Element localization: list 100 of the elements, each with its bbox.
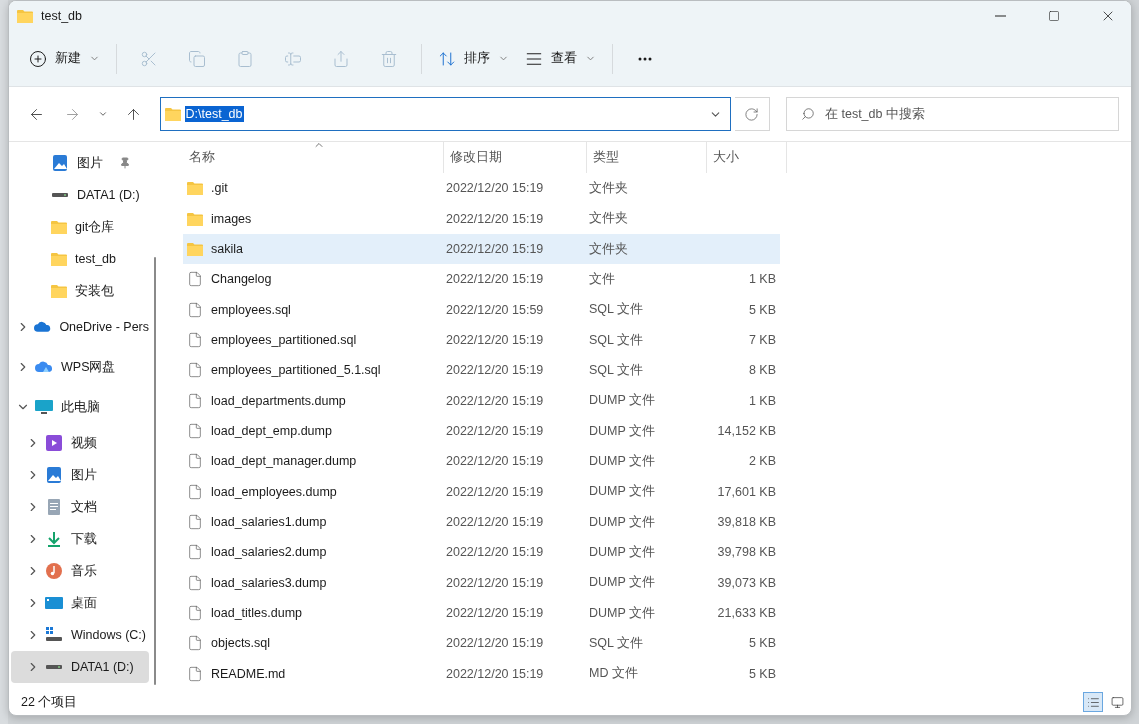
type-cell-text: DUMP 文件	[588, 422, 657, 440]
refresh-button[interactable]	[734, 97, 770, 131]
file-row[interactable]: .git 2022/12/20 15:19 文件夹	[183, 173, 780, 204]
folder-icon	[51, 284, 67, 298]
file-row[interactable]: load_titles.dump 2022/12/20 15:19 DUMP 文件 21,633 KB	[183, 597, 780, 629]
date-cell-text: 2022/12/20 15:19	[445, 666, 545, 681]
maximize-icon	[1048, 10, 1060, 22]
file-name: sakila	[211, 242, 243, 257]
file-icon	[187, 332, 203, 349]
sidebar-item[interactable]: 音乐	[11, 555, 149, 587]
file-icon	[187, 392, 203, 409]
size-cell-text: 17,601 KB	[716, 484, 777, 499]
column-header[interactable]: 名称	[183, 142, 444, 174]
file-row[interactable]: load_dept_manager.dump 2022/12/20 15:19 DUMP 文件 2 KB	[183, 446, 780, 477]
refresh-icon	[744, 106, 760, 122]
list-icon	[1086, 695, 1100, 709]
type-cell-text: SQL 文件	[588, 331, 645, 349]
file-name: load_employees.dump	[211, 484, 337, 499]
file-row[interactable]: load_salaries3.dump 2022/12/20 15:19 DUMP 文件 39,073 KB	[183, 567, 780, 598]
type-cell-text: DUMP 文件	[588, 574, 657, 592]
type-cell-text: 文件夹	[588, 179, 629, 197]
type-cell-text: 文件夹	[588, 210, 629, 228]
file-row[interactable]: load_dept_emp.dump 2022/12/20 15:19 DUMP 文件 14,152 KB	[183, 415, 780, 447]
folder-icon	[187, 181, 203, 196]
item-count: 22 个项目	[21, 693, 79, 711]
type-cell-text: DUMP 文件	[588, 604, 657, 622]
sidebar-item[interactable]: 图片	[11, 147, 149, 179]
file-icon	[187, 574, 203, 591]
sidebar-item[interactable]: DATA1 (D:)	[11, 651, 149, 683]
sidebar-item[interactable]: OneDrive - Pers	[11, 311, 149, 343]
sidebar-item[interactable]: git仓库	[11, 211, 149, 243]
sidebar-item[interactable]: 下载	[11, 523, 149, 555]
minimize-icon	[994, 15, 1006, 17]
new-button[interactable]: 新建	[21, 40, 108, 77]
sidebar-item[interactable]: 桌面	[11, 587, 149, 619]
sidebar-item[interactable]: 图片	[11, 459, 149, 491]
file-icon	[187, 301, 203, 318]
sidebar-item[interactable]: WPS网盘	[11, 351, 149, 383]
column-header[interactable]: 修改日期	[444, 142, 587, 174]
file-row[interactable]: employees.sql 2022/12/20 15:59 SQL 文件 5 KB	[183, 294, 780, 325]
address-field[interactable]: D:\test_db	[159, 97, 731, 131]
file-icon	[187, 453, 203, 470]
sidebar-item[interactable]: test_db	[11, 243, 149, 275]
file-name: employees.sql	[211, 302, 291, 317]
search-field[interactable]: 在 test_db 中搜索	[786, 97, 1119, 131]
date-cell-text: 2022/12/20 15:19	[445, 545, 545, 560]
type-cell-text: 文件夹	[588, 240, 629, 258]
file-row[interactable]: images 2022/12/20 15:19 文件夹	[183, 203, 780, 234]
folder-icon	[187, 211, 203, 226]
file-icon	[187, 665, 203, 682]
sidebar-item[interactable]: DATA1 (D:)	[11, 179, 149, 211]
file-row[interactable]: employees_partitioned_5.1.sql 2022/12/20 15:19 SQL 文件 8 KB	[183, 355, 780, 386]
sidebar-item[interactable]: 文档	[11, 491, 149, 523]
file-name: load_dept_manager.dump	[211, 454, 357, 469]
date-cell-text: 2022/12/20 15:19	[445, 636, 545, 651]
file-icon	[187, 271, 203, 288]
video-icon	[45, 435, 63, 451]
sidebar-item[interactable]: 视频	[11, 427, 149, 459]
type-cell-text: DUMP 文件	[588, 392, 657, 410]
view-button[interactable]: 查看	[517, 40, 604, 77]
file-row[interactable]: sakila 2022/12/20 15:19 文件夹	[183, 233, 780, 265]
file-name: images	[211, 211, 252, 226]
type-cell-text: MD 文件	[588, 665, 639, 683]
file-row[interactable]: Changelog 2022/12/20 15:19 文件 1 KB	[183, 264, 780, 295]
drive-icon	[45, 627, 63, 643]
sort-button[interactable]: 排序	[430, 40, 517, 77]
date-cell-text: 2022/12/20 15:19	[445, 181, 545, 196]
details-view-button[interactable]	[1083, 692, 1103, 712]
monitor-icon	[35, 399, 53, 415]
file-row[interactable]: load_salaries2.dump 2022/12/20 15:19 DUMP 文件 39,798 KB	[183, 537, 780, 568]
file-row[interactable]: objects.sql 2022/12/20 15:19 SQL 文件 5 KB	[183, 628, 780, 659]
type-cell-text: DUMP 文件	[588, 513, 657, 531]
file-name: employees_partitioned_5.1.sql	[211, 363, 381, 378]
folder-icon	[187, 242, 203, 257]
sidebar-item[interactable]: 安装包	[11, 275, 149, 307]
file-icon	[187, 514, 203, 531]
scrollbar-thumb[interactable]	[154, 257, 156, 685]
date-cell-text: 2022/12/20 15:19	[445, 606, 545, 621]
sidebar-item[interactable]: Windows (C:)	[11, 619, 149, 651]
file-row[interactable]: employees_partitioned.sql 2022/12/20 15:19 SQL 文件 7 KB	[183, 324, 780, 356]
file-row[interactable]: load_departments.dump 2022/12/20 15:19 DUMP 文件 1 KB	[183, 385, 780, 416]
size-cell-text: 39,073 KB	[716, 575, 777, 590]
column-header[interactable]: 大小	[707, 142, 787, 174]
folder-icon	[17, 9, 33, 23]
picture-icon	[45, 467, 63, 483]
date-cell-text: 2022/12/20 15:59	[445, 302, 545, 317]
search-icon	[801, 107, 815, 121]
cloud-icon	[34, 319, 52, 335]
size-cell-text: 5 KB	[747, 666, 777, 681]
file-row[interactable]: load_employees.dump 2022/12/20 15:19 DUMP 文件 17,601 KB	[183, 476, 780, 507]
folder-icon	[164, 107, 181, 121]
file-icon	[187, 483, 203, 500]
file-icon	[187, 544, 203, 561]
column-header[interactable]: 类型	[587, 142, 707, 174]
folder-icon	[51, 252, 67, 266]
sidebar-item[interactable]: 此电脑	[11, 391, 149, 423]
type-cell-text: 文件	[588, 270, 616, 288]
file-row[interactable]: load_salaries1.dump 2022/12/20 15:19 DUMP 文件 39,818 KB	[183, 506, 780, 538]
file-icon	[187, 635, 203, 652]
file-row[interactable]: README.md 2022/12/20 15:19 MD 文件 5 KB	[183, 658, 780, 689]
